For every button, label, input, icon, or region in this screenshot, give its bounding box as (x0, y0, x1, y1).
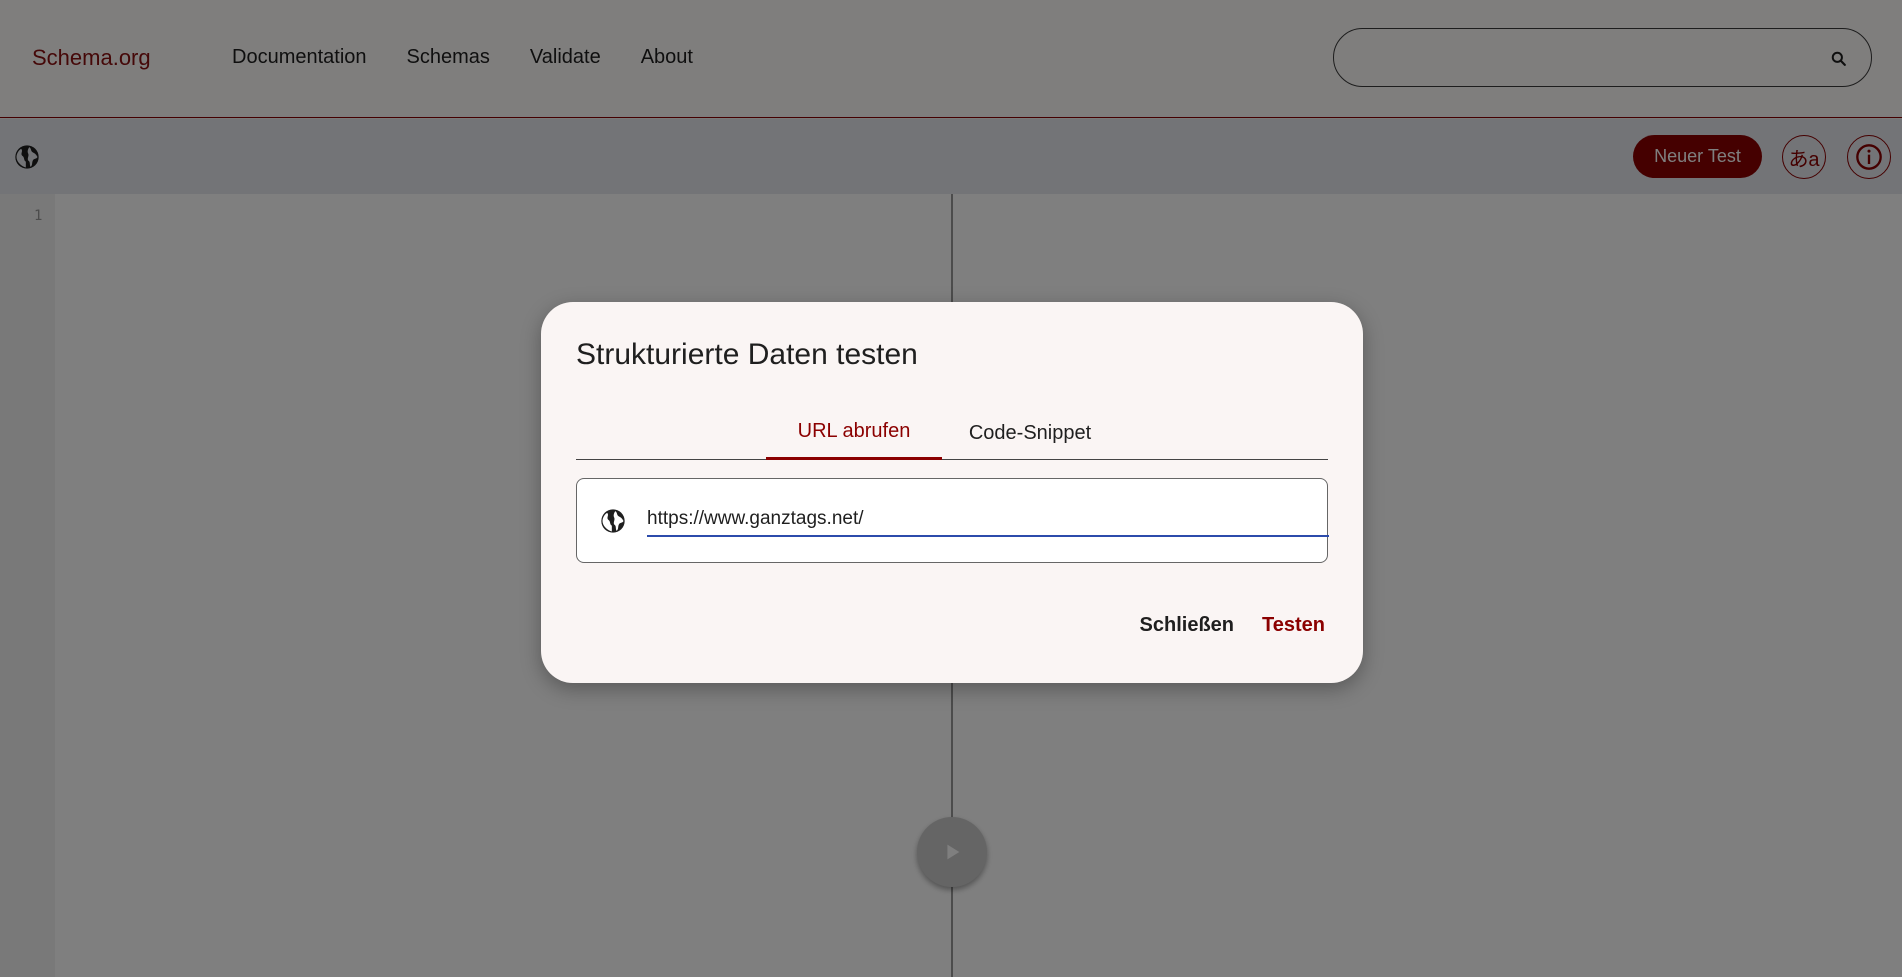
test-button[interactable]: Testen (1262, 614, 1325, 637)
dialog-actions: Schließen Testen (1140, 614, 1325, 637)
dialog-title: Strukturierte Daten testen (576, 338, 918, 371)
tab-code-snippet[interactable]: Code-Snippet (942, 406, 1118, 460)
tab-url-fetch[interactable]: URL abrufen (766, 406, 942, 460)
url-input[interactable] (647, 503, 1329, 537)
url-field (576, 478, 1329, 563)
close-button[interactable]: Schließen (1140, 614, 1234, 637)
test-dialog: Strukturierte Daten testen URL abrufen C… (541, 302, 1363, 683)
dialog-tabs: URL abrufen Code-Snippet (576, 406, 1328, 460)
globe-icon (601, 509, 625, 533)
